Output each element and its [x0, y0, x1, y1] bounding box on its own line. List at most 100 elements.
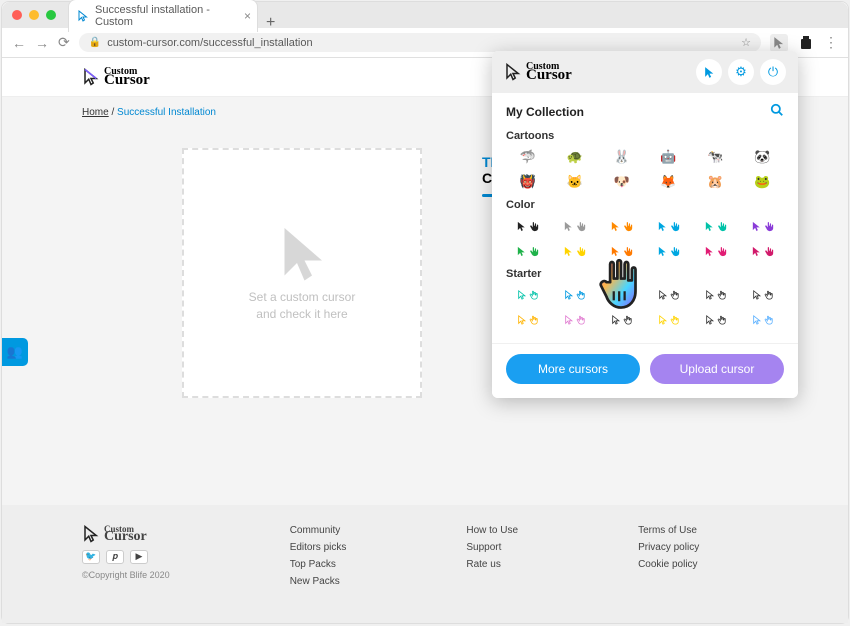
cursor-color-item[interactable] [693, 240, 737, 262]
section-starter: Starter [506, 268, 784, 331]
extension-cursor-icon[interactable] [770, 34, 788, 52]
address-bar[interactable]: 🔒 custom-cursor.com/successful_installat… [79, 33, 761, 52]
cartoons-grid: 🦈🐢🐰🤖🐄🐼 👹🐱🐶🦊🐹🐸 [506, 146, 784, 193]
page-footer: CustomCursor 🐦 𝒑 ▶ ©Copyright Blife 2020… [2, 505, 848, 623]
cursor-color-item[interactable] [740, 215, 784, 237]
upload-cursor-button[interactable]: Upload cursor [650, 354, 784, 384]
cursor-item[interactable]: 🐸 [740, 171, 784, 193]
footer-link[interactable]: How to Use [466, 525, 518, 536]
cursor-color-item[interactable] [740, 240, 784, 262]
cursor-item[interactable]: 🐰 [600, 146, 644, 168]
cursor-starter-item[interactable] [600, 284, 644, 306]
feedback-side-tab[interactable]: 👥 [2, 338, 28, 366]
bookmark-star-icon[interactable]: ☆ [741, 36, 751, 49]
footer-col-3: How to Use Support Rate us [466, 525, 518, 593]
close-window-button[interactable] [12, 10, 22, 20]
pinterest-icon[interactable]: 𝒑 [106, 550, 124, 564]
collection-title: My Collection [506, 105, 584, 119]
cursor-starter-item[interactable] [600, 309, 644, 331]
forward-button[interactable]: → [35, 35, 49, 51]
cursor-starter-item[interactable] [553, 309, 597, 331]
breadcrumb-current[interactable]: Successful Installation [117, 107, 216, 118]
cursor-color-item[interactable] [600, 240, 644, 262]
cursor-item[interactable]: 🐄 [693, 146, 737, 168]
cursor-item[interactable]: 🐹 [693, 171, 737, 193]
footer-col-4: Terms of Use Privacy policy Cookie polic… [638, 525, 699, 593]
cursor-color-item[interactable] [646, 215, 690, 237]
more-cursors-button[interactable]: More cursors [506, 354, 640, 384]
cursor-color-item[interactable] [506, 215, 550, 237]
cursor-starter-item[interactable] [506, 284, 550, 306]
cursor-color-item[interactable] [693, 215, 737, 237]
lock-icon: 🔒 [89, 37, 101, 48]
cursor-starter-item[interactable] [646, 309, 690, 331]
extension-pointer-button[interactable] [696, 59, 722, 85]
tab-title: Successful installation - Custom [95, 4, 231, 28]
cursor-item[interactable]: 🦈 [506, 146, 550, 168]
footer-link[interactable]: Top Packs [290, 559, 347, 570]
cursor-color-item[interactable] [646, 240, 690, 262]
starter-grid [506, 284, 784, 331]
window-titlebar: Successful installation - Custom × + [2, 2, 848, 28]
extension-logo: CustomCursor [504, 62, 572, 83]
new-tab-button[interactable]: + [266, 14, 275, 32]
footer-link[interactable]: New Packs [290, 576, 347, 587]
cursor-starter-item[interactable] [740, 309, 784, 331]
footer-link[interactable]: Editors picks [290, 542, 347, 553]
extension-body[interactable]: My Collection Cartoons 🦈🐢🐰🤖🐄🐼 👹🐱🐶🦊🐹🐸 Colo… [492, 93, 798, 343]
reload-button[interactable]: ⟳ [58, 34, 70, 51]
youtube-icon[interactable]: ▶ [130, 550, 148, 564]
window-controls [12, 10, 56, 20]
cursor-starter-item[interactable] [693, 284, 737, 306]
cursor-item[interactable]: 🤖 [646, 146, 690, 168]
site-logo[interactable]: Custom Cursor [82, 67, 150, 88]
cursor-item[interactable]: 🐢 [553, 146, 597, 168]
section-title: Cartoons [506, 130, 784, 142]
menu-icon[interactable]: ⋮ [824, 34, 838, 51]
extension-footer: More cursors Upload cursor [492, 343, 798, 398]
breadcrumb-home[interactable]: Home [82, 107, 109, 118]
section-color: Color [506, 199, 784, 262]
footer-link[interactable]: Community [290, 525, 347, 536]
footer-link[interactable]: Cookie policy [638, 559, 699, 570]
footer-link[interactable]: Rate us [466, 559, 518, 570]
maximize-window-button[interactable] [46, 10, 56, 20]
minimize-window-button[interactable] [29, 10, 39, 20]
cursor-starter-item[interactable] [693, 309, 737, 331]
cursor-color-item[interactable] [553, 215, 597, 237]
cursor-item[interactable]: 🐶 [600, 171, 644, 193]
twitter-icon[interactable]: 🐦 [82, 550, 100, 564]
section-title: Color [506, 199, 784, 211]
cursor-starter-item[interactable] [506, 309, 550, 331]
section-cartoons: Cartoons 🦈🐢🐰🤖🐄🐼 👹🐱🐶🦊🐹🐸 [506, 130, 784, 193]
cursor-starter-item[interactable] [740, 284, 784, 306]
browser-tab[interactable]: Successful installation - Custom × [68, 0, 258, 32]
back-button[interactable]: ← [12, 35, 26, 51]
cursor-item[interactable]: 👹 [506, 171, 550, 193]
extension-settings-button[interactable]: ⚙ [728, 59, 754, 85]
cursor-color-item[interactable] [506, 240, 550, 262]
test-area-text: Set a custom cursor and check it here [249, 289, 356, 323]
footer-link[interactable]: Support [466, 542, 518, 553]
footer-social: 🐦 𝒑 ▶ [82, 550, 170, 564]
cursor-starter-item[interactable] [646, 284, 690, 306]
cursor-test-area[interactable]: Set a custom cursor and check it here [182, 148, 422, 398]
cursor-item[interactable]: 🐼 [740, 146, 784, 168]
tab-favicon-icon [77, 10, 89, 22]
extension-power-button[interactable]: ⏻ [760, 59, 786, 85]
section-title: Starter [506, 268, 784, 280]
footer-link[interactable]: Privacy policy [638, 542, 699, 553]
footer-link[interactable]: Terms of Use [638, 525, 699, 536]
color-grid [506, 215, 784, 262]
footer-col-brand: CustomCursor 🐦 𝒑 ▶ ©Copyright Blife 2020 [82, 525, 170, 593]
cursor-color-item[interactable] [600, 215, 644, 237]
extension-other-icon[interactable] [797, 34, 815, 52]
cursor-item[interactable]: 🦊 [646, 171, 690, 193]
cursor-item[interactable]: 🐱 [553, 171, 597, 193]
footer-logo[interactable]: CustomCursor [82, 525, 170, 544]
tab-close-icon[interactable]: × [244, 9, 251, 23]
cursor-color-item[interactable] [553, 240, 597, 262]
cursor-starter-item[interactable] [553, 284, 597, 306]
search-icon[interactable] [770, 103, 784, 120]
breadcrumb-sep: / [109, 107, 117, 118]
